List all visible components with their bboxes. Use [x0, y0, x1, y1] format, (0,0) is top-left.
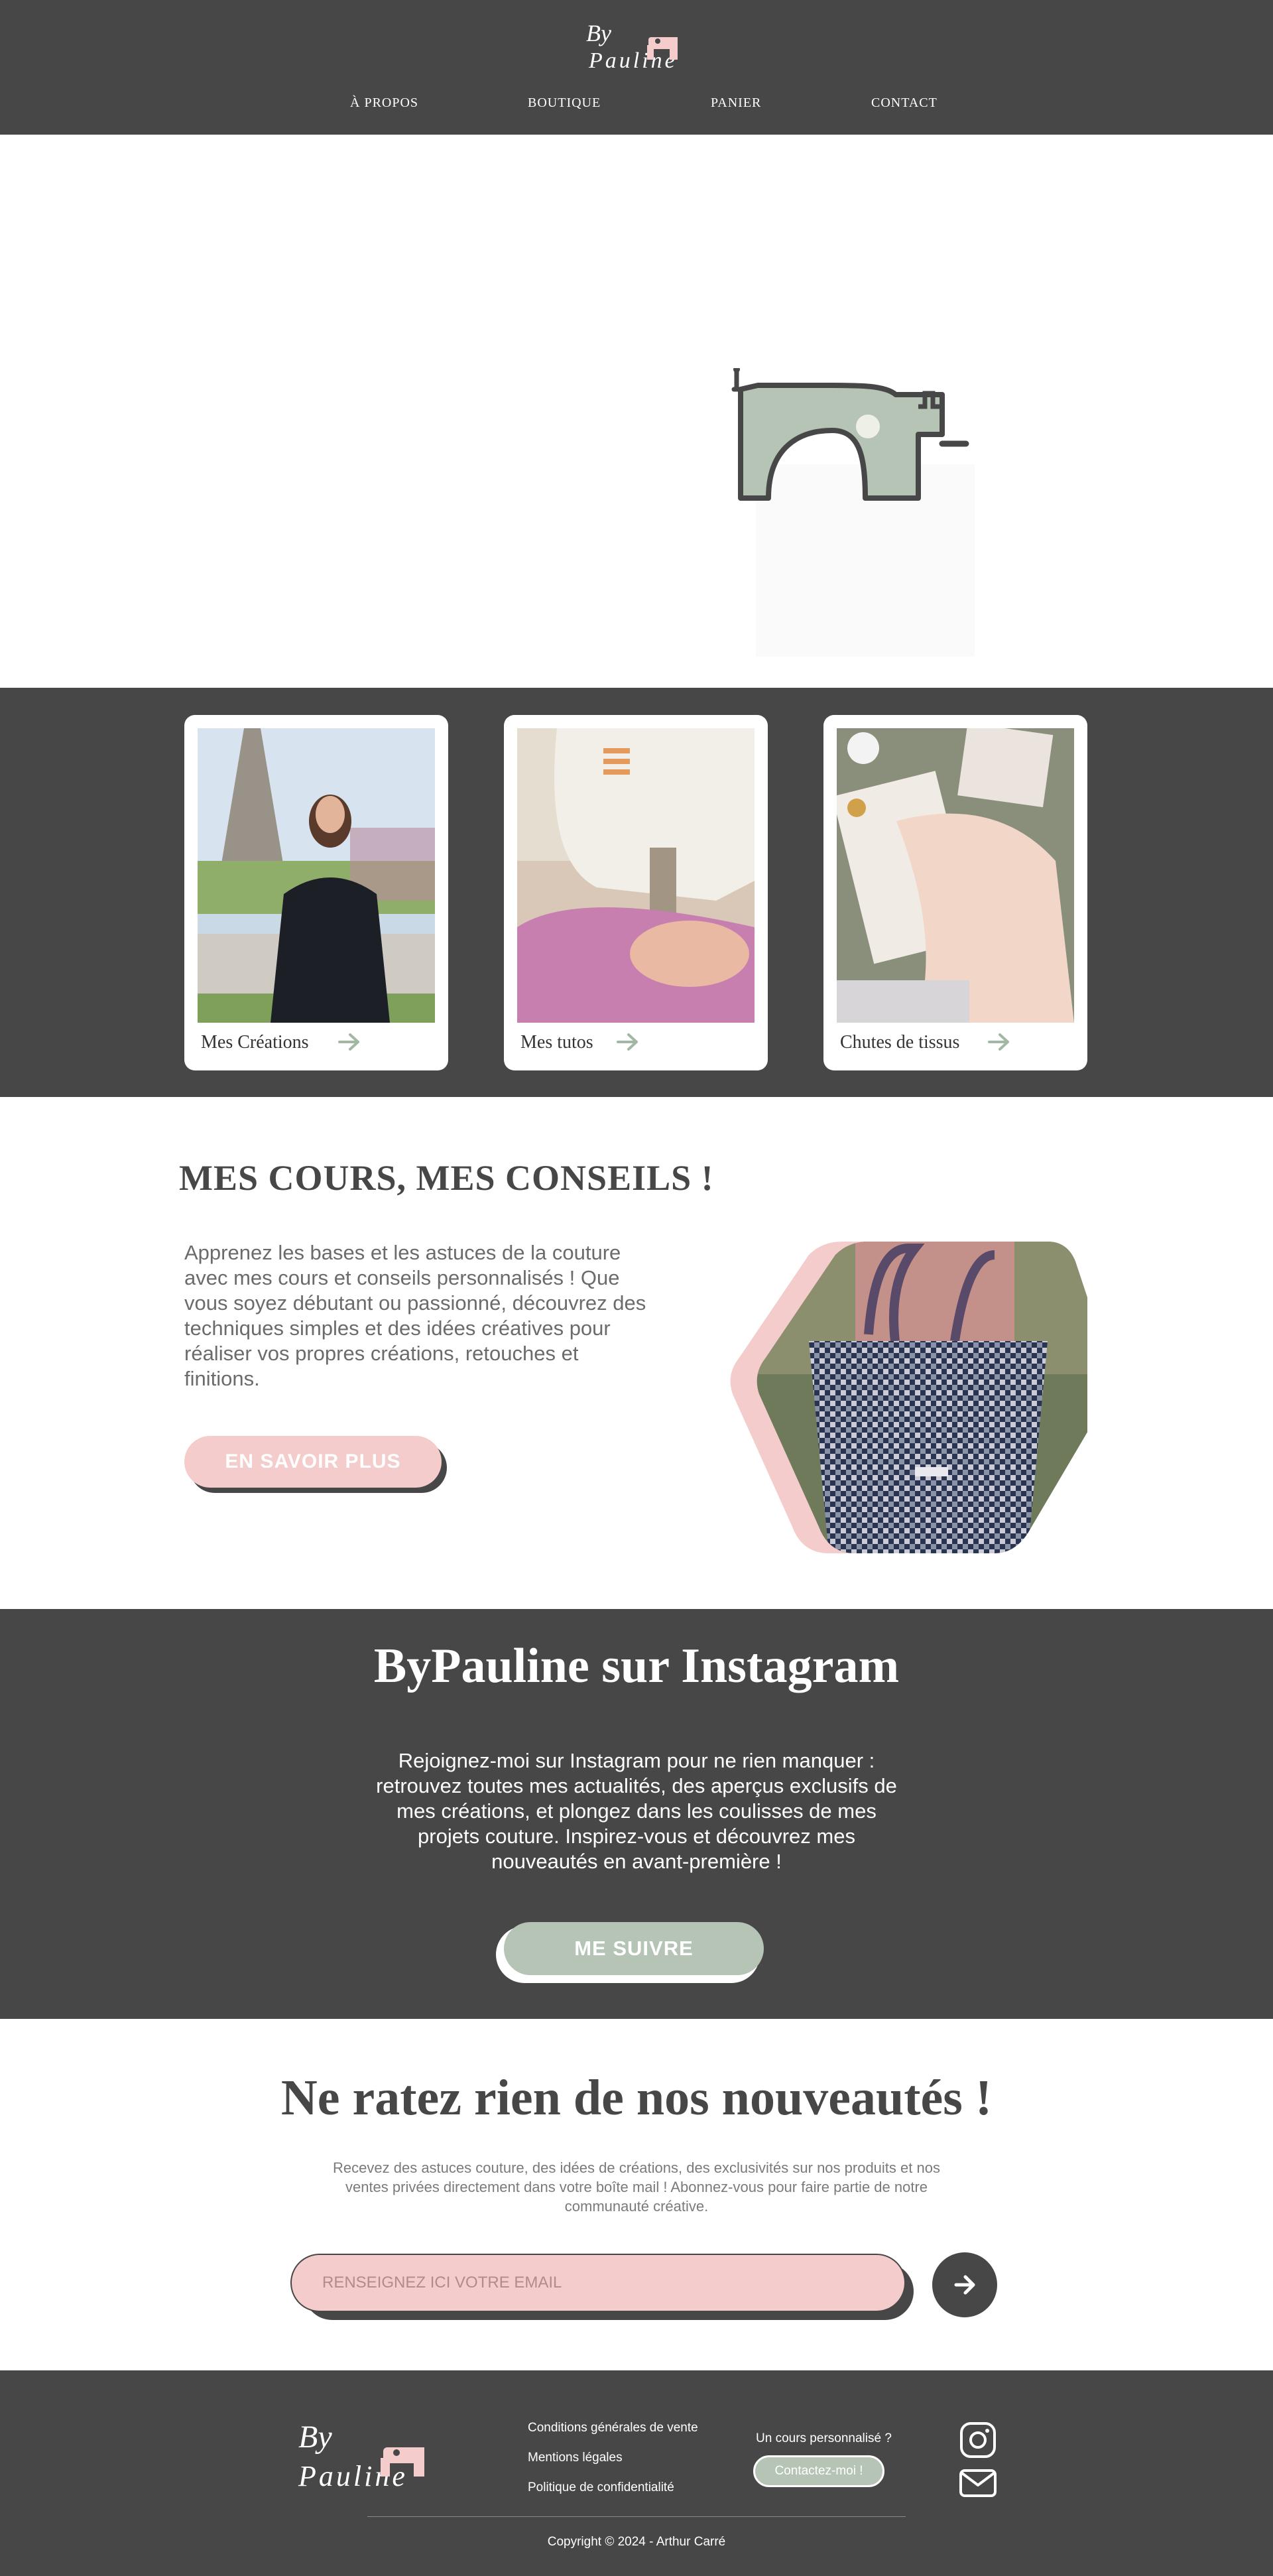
- card-mes-tutos[interactable]: Mes tutos: [504, 715, 768, 1070]
- newsletter-submit-button[interactable]: [932, 2252, 997, 2317]
- mail-icon[interactable]: [959, 2469, 997, 2498]
- logo-text-by: By: [586, 20, 611, 46]
- follow-button-wrap: ME SUIVRE: [496, 1922, 764, 1983]
- instagram-icon[interactable]: [959, 2421, 997, 2459]
- learn-more-button-wrap: EN SAVOIR PLUS: [184, 1436, 447, 1493]
- nav-a-propos[interactable]: À PROPOS: [350, 96, 418, 111]
- sewing-machine-icon: [726, 366, 978, 501]
- sewing-machine-photo: [517, 728, 755, 1023]
- arrow-right-icon: [338, 1032, 361, 1055]
- email-field[interactable]: [290, 2254, 906, 2312]
- footer-question: Un cours personnalisé ?: [756, 2431, 892, 2445]
- footer-links: Conditions générales de vente Mentions l…: [528, 2421, 698, 2510]
- newsletter-text: Recevez des astuces couture, des idées d…: [333, 2159, 940, 2215]
- logo-text-pauline: Pauline: [298, 2460, 408, 2492]
- nav-contact[interactable]: CONTACT: [871, 96, 938, 111]
- footer-divider: [367, 2516, 906, 2517]
- logo[interactable]: By Pauline: [583, 15, 690, 73]
- follow-button[interactable]: ME SUIVRE: [504, 1922, 764, 1975]
- newsletter-title: Ne ratez rien de nos nouveautés !: [280, 2070, 993, 2126]
- fabric-scraps-photo: [837, 728, 1074, 1023]
- houndstooth-tote-bag-photo: [729, 1242, 1113, 1560]
- woman-eiffel-tower-photo: [198, 728, 435, 1023]
- hero-section: [0, 135, 1273, 688]
- logo-text-pauline: Pauline: [588, 48, 678, 73]
- instagram-title: ByPauline sur Instagram: [373, 1639, 900, 1693]
- link-confidentialite[interactable]: Politique de confidentialité: [528, 2480, 698, 2495]
- link-cgv[interactable]: Conditions générales de vente: [528, 2421, 698, 2435]
- instagram-text: Rejoignez-moi sur Instagram pour ne rien…: [376, 1749, 897, 1873]
- card-caption: Mes tutos: [520, 1032, 593, 1053]
- arrow-right-icon: [617, 1032, 639, 1055]
- contact-button[interactable]: Contactez-moi !: [753, 2455, 884, 2487]
- card-caption: Mes Créations: [201, 1032, 309, 1053]
- courses-text: Apprenez les bases et les astuces de la …: [184, 1241, 646, 1390]
- nav-panier[interactable]: PANIER: [711, 96, 761, 111]
- card-chutes-de-tissus[interactable]: Chutes de tissus: [823, 715, 1087, 1070]
- main-nav: À PROPOS BOUTIQUE PANIER CONTACT: [0, 96, 1273, 115]
- learn-more-button[interactable]: EN SAVOIR PLUS: [184, 1436, 442, 1488]
- copyright: Copyright © 2024 - Arthur Carré: [547, 2535, 726, 2549]
- nav-boutique[interactable]: BOUTIQUE: [528, 96, 601, 111]
- email-field-wrap: [290, 2254, 916, 2321]
- arrow-right-icon: [954, 2275, 975, 2295]
- arrow-right-icon: [988, 1032, 1010, 1055]
- card-mes-creations[interactable]: Mes Créations: [184, 715, 448, 1070]
- footer-logo[interactable]: By Pauline: [296, 2414, 442, 2494]
- link-mentions-legales[interactable]: Mentions légales: [528, 2451, 698, 2465]
- courses-title: MES COURS, MES CONSEILS !: [179, 1158, 714, 1198]
- card-caption: Chutes de tissus: [840, 1032, 960, 1053]
- logo-text-by: By: [298, 2419, 332, 2455]
